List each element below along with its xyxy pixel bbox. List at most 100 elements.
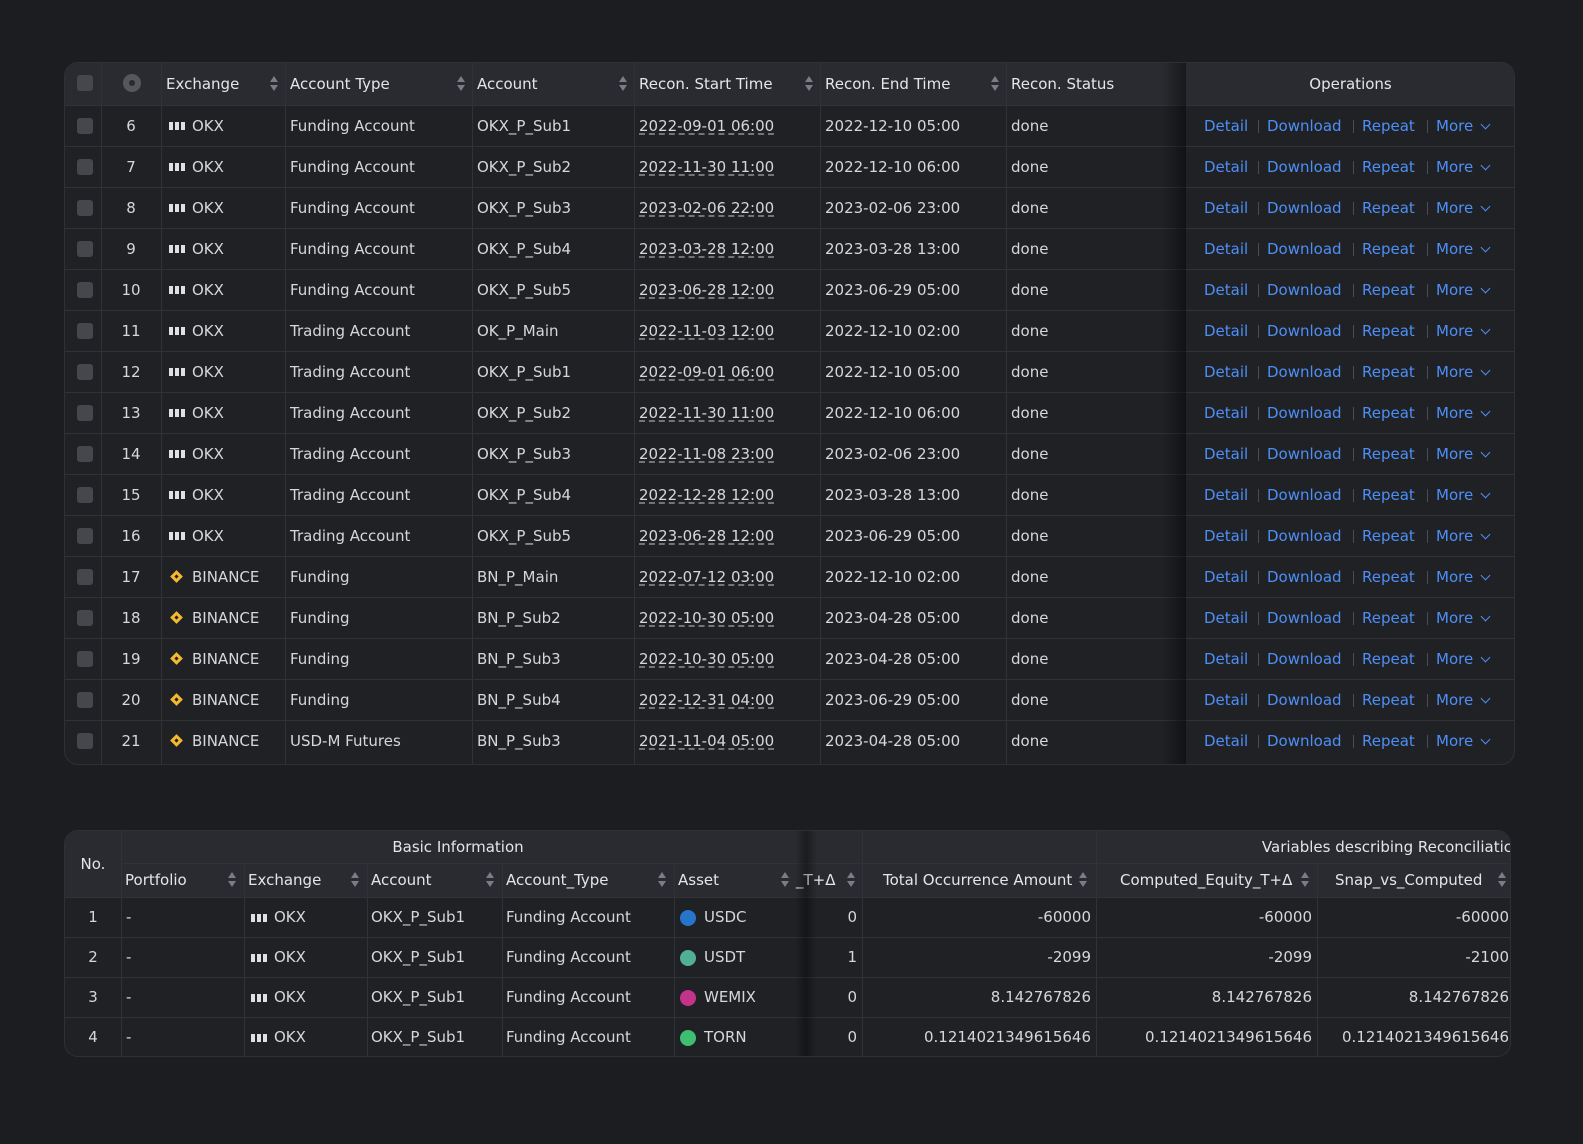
chevron-down-icon[interactable]	[1480, 529, 1491, 540]
row-checkbox[interactable]	[77, 159, 93, 175]
chevron-down-icon[interactable]	[1480, 693, 1491, 704]
repeat-link[interactable]: Repeat	[1362, 434, 1415, 474]
row-checkbox[interactable]	[77, 241, 93, 257]
more-dropdown[interactable]: More	[1436, 229, 1473, 269]
more-dropdown[interactable]: More	[1436, 721, 1473, 761]
chevron-down-icon[interactable]	[1480, 570, 1491, 581]
download-link[interactable]: Download	[1267, 106, 1342, 146]
download-link[interactable]: Download	[1267, 270, 1342, 310]
detail-link[interactable]: Detail	[1204, 393, 1248, 433]
detail-link[interactable]: Detail	[1204, 434, 1248, 474]
more-dropdown[interactable]: More	[1436, 598, 1473, 638]
row-checkbox[interactable]	[77, 405, 93, 421]
repeat-link[interactable]: Repeat	[1362, 557, 1415, 597]
sort-icon[interactable]	[991, 76, 1000, 92]
detail-link[interactable]: Detail	[1204, 311, 1248, 351]
repeat-link[interactable]: Repeat	[1362, 270, 1415, 310]
more-dropdown[interactable]: More	[1436, 434, 1473, 474]
sort-icon[interactable]	[1079, 872, 1088, 888]
sort-icon[interactable]	[1498, 872, 1507, 888]
repeat-link[interactable]: Repeat	[1362, 393, 1415, 433]
more-dropdown[interactable]: More	[1436, 557, 1473, 597]
header-account-type[interactable]: Account_Type	[506, 863, 609, 897]
header-computed-equity[interactable]: Computed_Equity_T+Δ	[1120, 863, 1292, 897]
repeat-link[interactable]: Repeat	[1362, 147, 1415, 187]
header-portfolio[interactable]: Portfolio	[125, 863, 187, 897]
header-account[interactable]: Account	[477, 63, 538, 105]
download-link[interactable]: Download	[1267, 393, 1342, 433]
header-total-occurrence-amount[interactable]: Total Occurrence Amount	[883, 863, 1072, 897]
download-link[interactable]: Download	[1267, 352, 1342, 392]
more-dropdown[interactable]: More	[1436, 516, 1473, 556]
detail-link[interactable]: Detail	[1204, 639, 1248, 679]
header-account[interactable]: Account	[371, 863, 432, 897]
repeat-link[interactable]: Repeat	[1362, 188, 1415, 228]
download-link[interactable]: Download	[1267, 188, 1342, 228]
sort-icon[interactable]	[486, 872, 495, 888]
more-dropdown[interactable]: More	[1436, 188, 1473, 228]
download-link[interactable]: Download	[1267, 721, 1342, 761]
sort-icon[interactable]	[228, 872, 237, 888]
more-dropdown[interactable]: More	[1436, 270, 1473, 310]
repeat-link[interactable]: Repeat	[1362, 516, 1415, 556]
detail-link[interactable]: Detail	[1204, 147, 1248, 187]
sort-icon[interactable]	[619, 76, 628, 92]
row-checkbox[interactable]	[77, 487, 93, 503]
more-dropdown[interactable]: More	[1436, 311, 1473, 351]
repeat-link[interactable]: Repeat	[1362, 475, 1415, 515]
header-recon-status[interactable]: Recon. Status	[1011, 63, 1114, 105]
chevron-down-icon[interactable]	[1480, 734, 1491, 745]
sort-icon[interactable]	[351, 872, 360, 888]
repeat-link[interactable]: Repeat	[1362, 352, 1415, 392]
more-dropdown[interactable]: More	[1436, 352, 1473, 392]
detail-link[interactable]: Detail	[1204, 598, 1248, 638]
row-checkbox[interactable]	[77, 610, 93, 626]
detail-link[interactable]: Detail	[1204, 557, 1248, 597]
header-recon-end-time[interactable]: Recon. End Time	[825, 63, 950, 105]
detail-link[interactable]: Detail	[1204, 475, 1248, 515]
sort-icon[interactable]	[457, 76, 466, 92]
repeat-link[interactable]: Repeat	[1362, 598, 1415, 638]
chevron-down-icon[interactable]	[1480, 119, 1491, 130]
repeat-link[interactable]: Repeat	[1362, 639, 1415, 679]
sort-icon[interactable]	[781, 872, 790, 888]
download-link[interactable]: Download	[1267, 680, 1342, 720]
column-settings-icon[interactable]	[123, 74, 141, 92]
chevron-down-icon[interactable]	[1480, 201, 1491, 212]
detail-link[interactable]: Detail	[1204, 229, 1248, 269]
row-checkbox[interactable]	[77, 733, 93, 749]
row-checkbox[interactable]	[77, 446, 93, 462]
detail-link[interactable]: Detail	[1204, 270, 1248, 310]
download-link[interactable]: Download	[1267, 229, 1342, 269]
chevron-down-icon[interactable]	[1480, 242, 1491, 253]
row-checkbox[interactable]	[77, 528, 93, 544]
more-dropdown[interactable]: More	[1436, 639, 1473, 679]
row-checkbox[interactable]	[77, 118, 93, 134]
chevron-down-icon[interactable]	[1480, 652, 1491, 663]
download-link[interactable]: Download	[1267, 434, 1342, 474]
detail-link[interactable]: Detail	[1204, 721, 1248, 761]
row-checkbox[interactable]	[77, 569, 93, 585]
header-exchange[interactable]: Exchange	[248, 863, 321, 897]
detail-link[interactable]: Detail	[1204, 188, 1248, 228]
sort-icon[interactable]	[270, 76, 279, 92]
download-link[interactable]: Download	[1267, 147, 1342, 187]
row-checkbox[interactable]	[77, 692, 93, 708]
row-checkbox[interactable]	[77, 651, 93, 667]
more-dropdown[interactable]: More	[1436, 475, 1473, 515]
header-account-type[interactable]: Account Type	[290, 63, 390, 105]
detail-link[interactable]: Detail	[1204, 106, 1248, 146]
chevron-down-icon[interactable]	[1480, 406, 1491, 417]
more-dropdown[interactable]: More	[1436, 393, 1473, 433]
repeat-link[interactable]: Repeat	[1362, 106, 1415, 146]
chevron-down-icon[interactable]	[1480, 324, 1491, 335]
download-link[interactable]: Download	[1267, 475, 1342, 515]
header-snap-vs-computed[interactable]: Snap_vs_Computed	[1335, 863, 1482, 897]
detail-link[interactable]: Detail	[1204, 516, 1248, 556]
select-all-checkbox[interactable]	[77, 75, 93, 91]
row-checkbox[interactable]	[77, 282, 93, 298]
download-link[interactable]: Download	[1267, 598, 1342, 638]
header-exchange[interactable]: Exchange	[166, 63, 239, 105]
row-checkbox[interactable]	[77, 323, 93, 339]
download-link[interactable]: Download	[1267, 311, 1342, 351]
